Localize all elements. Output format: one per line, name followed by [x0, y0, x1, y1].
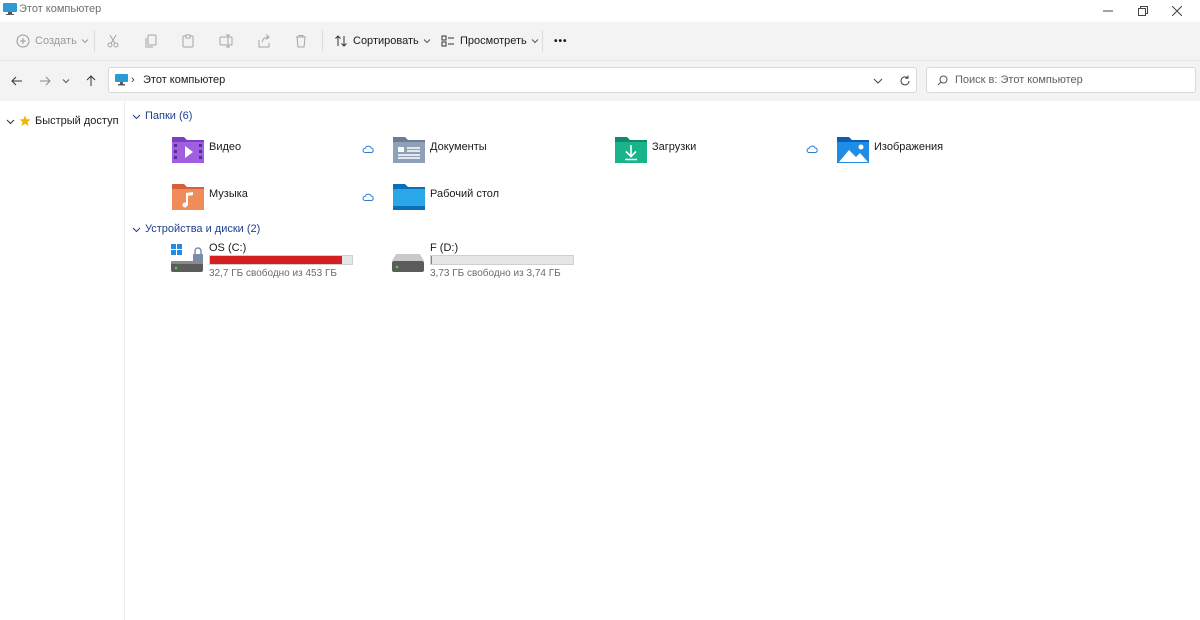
back-button[interactable]: [5, 69, 29, 93]
chevron-down-icon: [6, 119, 15, 124]
drives-header-label: Устройства и диски (2): [145, 223, 261, 235]
title-bar: Этот компьютер: [0, 0, 1200, 22]
command-bar: Создать Сортировать Просмотреть •••: [0, 22, 1200, 61]
view-icon: [441, 35, 454, 47]
folder-name: Видео: [209, 141, 242, 153]
sort-icon: [335, 35, 347, 47]
window-title: Этот компьютер: [19, 3, 102, 15]
address-history-button[interactable]: [869, 72, 887, 90]
drive-name: OS (C:): [209, 242, 247, 254]
drive-usage-bar: [430, 255, 574, 265]
drive-free-space: 32,7 ГБ свободно из 453 ГБ: [209, 268, 337, 279]
copy-button[interactable]: [144, 22, 158, 60]
windows-drive-icon: [171, 244, 203, 272]
arrow-left-icon: [11, 76, 22, 86]
drive-icon: [392, 254, 424, 272]
drives-section-header[interactable]: Устройства и диски (2): [132, 221, 260, 237]
drive-usage-bar: [209, 255, 353, 265]
arrow-right-icon: [40, 76, 51, 86]
chevron-down-icon: [873, 78, 883, 84]
search-box[interactable]: [926, 67, 1196, 93]
cloud-icon: [362, 145, 374, 153]
drive-free-space: 3,73 ГБ свободно из 3,74 ГБ: [430, 268, 561, 279]
cloud-icon: [362, 193, 374, 201]
create-label: Создать: [35, 35, 77, 47]
chevron-down-icon: [132, 227, 141, 232]
refresh-icon: [900, 75, 910, 86]
downloads-folder-icon: [615, 137, 647, 163]
folder-tile[interactable]: Рабочий стол: [392, 181, 572, 221]
folder-tile[interactable]: Изображения: [836, 134, 1016, 174]
search-input[interactable]: [955, 72, 1185, 88]
restore-icon: [1138, 6, 1148, 16]
recent-locations-button[interactable]: [56, 69, 76, 93]
share-button[interactable]: [257, 22, 271, 60]
sidebar-item-quick-access[interactable]: Быстрый доступ: [6, 113, 119, 129]
folders-header-label: Папки (6): [145, 110, 193, 122]
computer-icon: [115, 74, 128, 86]
sort-button[interactable]: Сортировать: [334, 22, 431, 60]
address-bar[interactable]: › Этот компьютер: [108, 67, 917, 93]
close-icon: [1172, 6, 1182, 16]
folder-tile[interactable]: Загрузки: [614, 134, 794, 174]
chevron-down-icon: [531, 39, 539, 44]
pictures-folder-icon: [837, 137, 869, 163]
drive-usage-fill: [210, 256, 342, 264]
chevron-down-icon: [132, 114, 141, 119]
scissors-icon: [107, 34, 119, 48]
breadcrumb-this-pc[interactable]: Этот компьютер: [143, 74, 225, 86]
navigation-pane: Быстрый доступ: [0, 101, 125, 620]
more-icon: •••: [554, 35, 568, 47]
folder-name: Изображения: [874, 141, 944, 153]
folder-tile[interactable]: Видео: [171, 134, 351, 174]
paste-button[interactable]: [181, 22, 195, 60]
music-folder-icon: [172, 184, 204, 210]
share-icon: [258, 34, 270, 48]
delete-button[interactable]: [294, 22, 308, 60]
arrow-up-icon: [86, 75, 96, 86]
cut-button[interactable]: [106, 22, 120, 60]
paste-icon: [182, 34, 194, 48]
chevron-down-icon: [62, 79, 70, 84]
desktop-folder-icon: [393, 184, 425, 210]
more-options-button[interactable]: •••: [554, 22, 568, 60]
folder-name: Документы: [430, 141, 487, 153]
folders-section-header[interactable]: Папки (6): [132, 108, 192, 124]
sort-label: Сортировать: [353, 35, 419, 47]
drive-tile[interactable]: F (D:) 3,73 ГБ свободно из 3,74 ГБ: [392, 242, 582, 284]
rename-button[interactable]: [219, 22, 233, 60]
chevron-down-icon: [423, 39, 431, 44]
folder-name: Рабочий стол: [430, 188, 500, 200]
refresh-button[interactable]: [896, 72, 914, 90]
toolbar-divider: [94, 30, 95, 52]
sidebar-item-label: Быстрый доступ: [35, 115, 119, 127]
folder-name: Загрузки: [652, 141, 697, 153]
copy-icon: [145, 34, 157, 48]
view-button[interactable]: Просмотреть: [441, 22, 539, 60]
chevron-down-icon: [81, 39, 89, 44]
create-button[interactable]: Создать: [16, 22, 89, 60]
chevron-right-icon: ›: [131, 74, 135, 86]
documents-folder-icon: [393, 137, 425, 163]
cloud-icon: [806, 145, 818, 153]
trash-icon: [296, 35, 306, 48]
search-icon: [937, 75, 948, 86]
close-button[interactable]: [1154, 0, 1200, 22]
folder-tile[interactable]: Документы: [392, 134, 572, 174]
rename-icon: [219, 34, 233, 48]
video-folder-icon: [172, 137, 204, 163]
view-label: Просмотреть: [460, 35, 527, 47]
star-icon: [19, 115, 31, 126]
folder-tile[interactable]: Музыка: [171, 181, 351, 221]
forward-button[interactable]: [33, 69, 57, 93]
up-button[interactable]: [79, 69, 103, 93]
plus-circle-icon: [16, 34, 30, 48]
minimize-icon: [1103, 10, 1113, 12]
drive-tile[interactable]: OS (C:) 32,7 ГБ свободно из 453 ГБ: [171, 242, 361, 284]
computer-icon: [3, 3, 17, 15]
toolbar-divider: [322, 30, 323, 52]
drive-name: F (D:): [430, 242, 459, 254]
folder-name: Музыка: [209, 188, 248, 200]
toolbar-divider: [542, 30, 543, 52]
